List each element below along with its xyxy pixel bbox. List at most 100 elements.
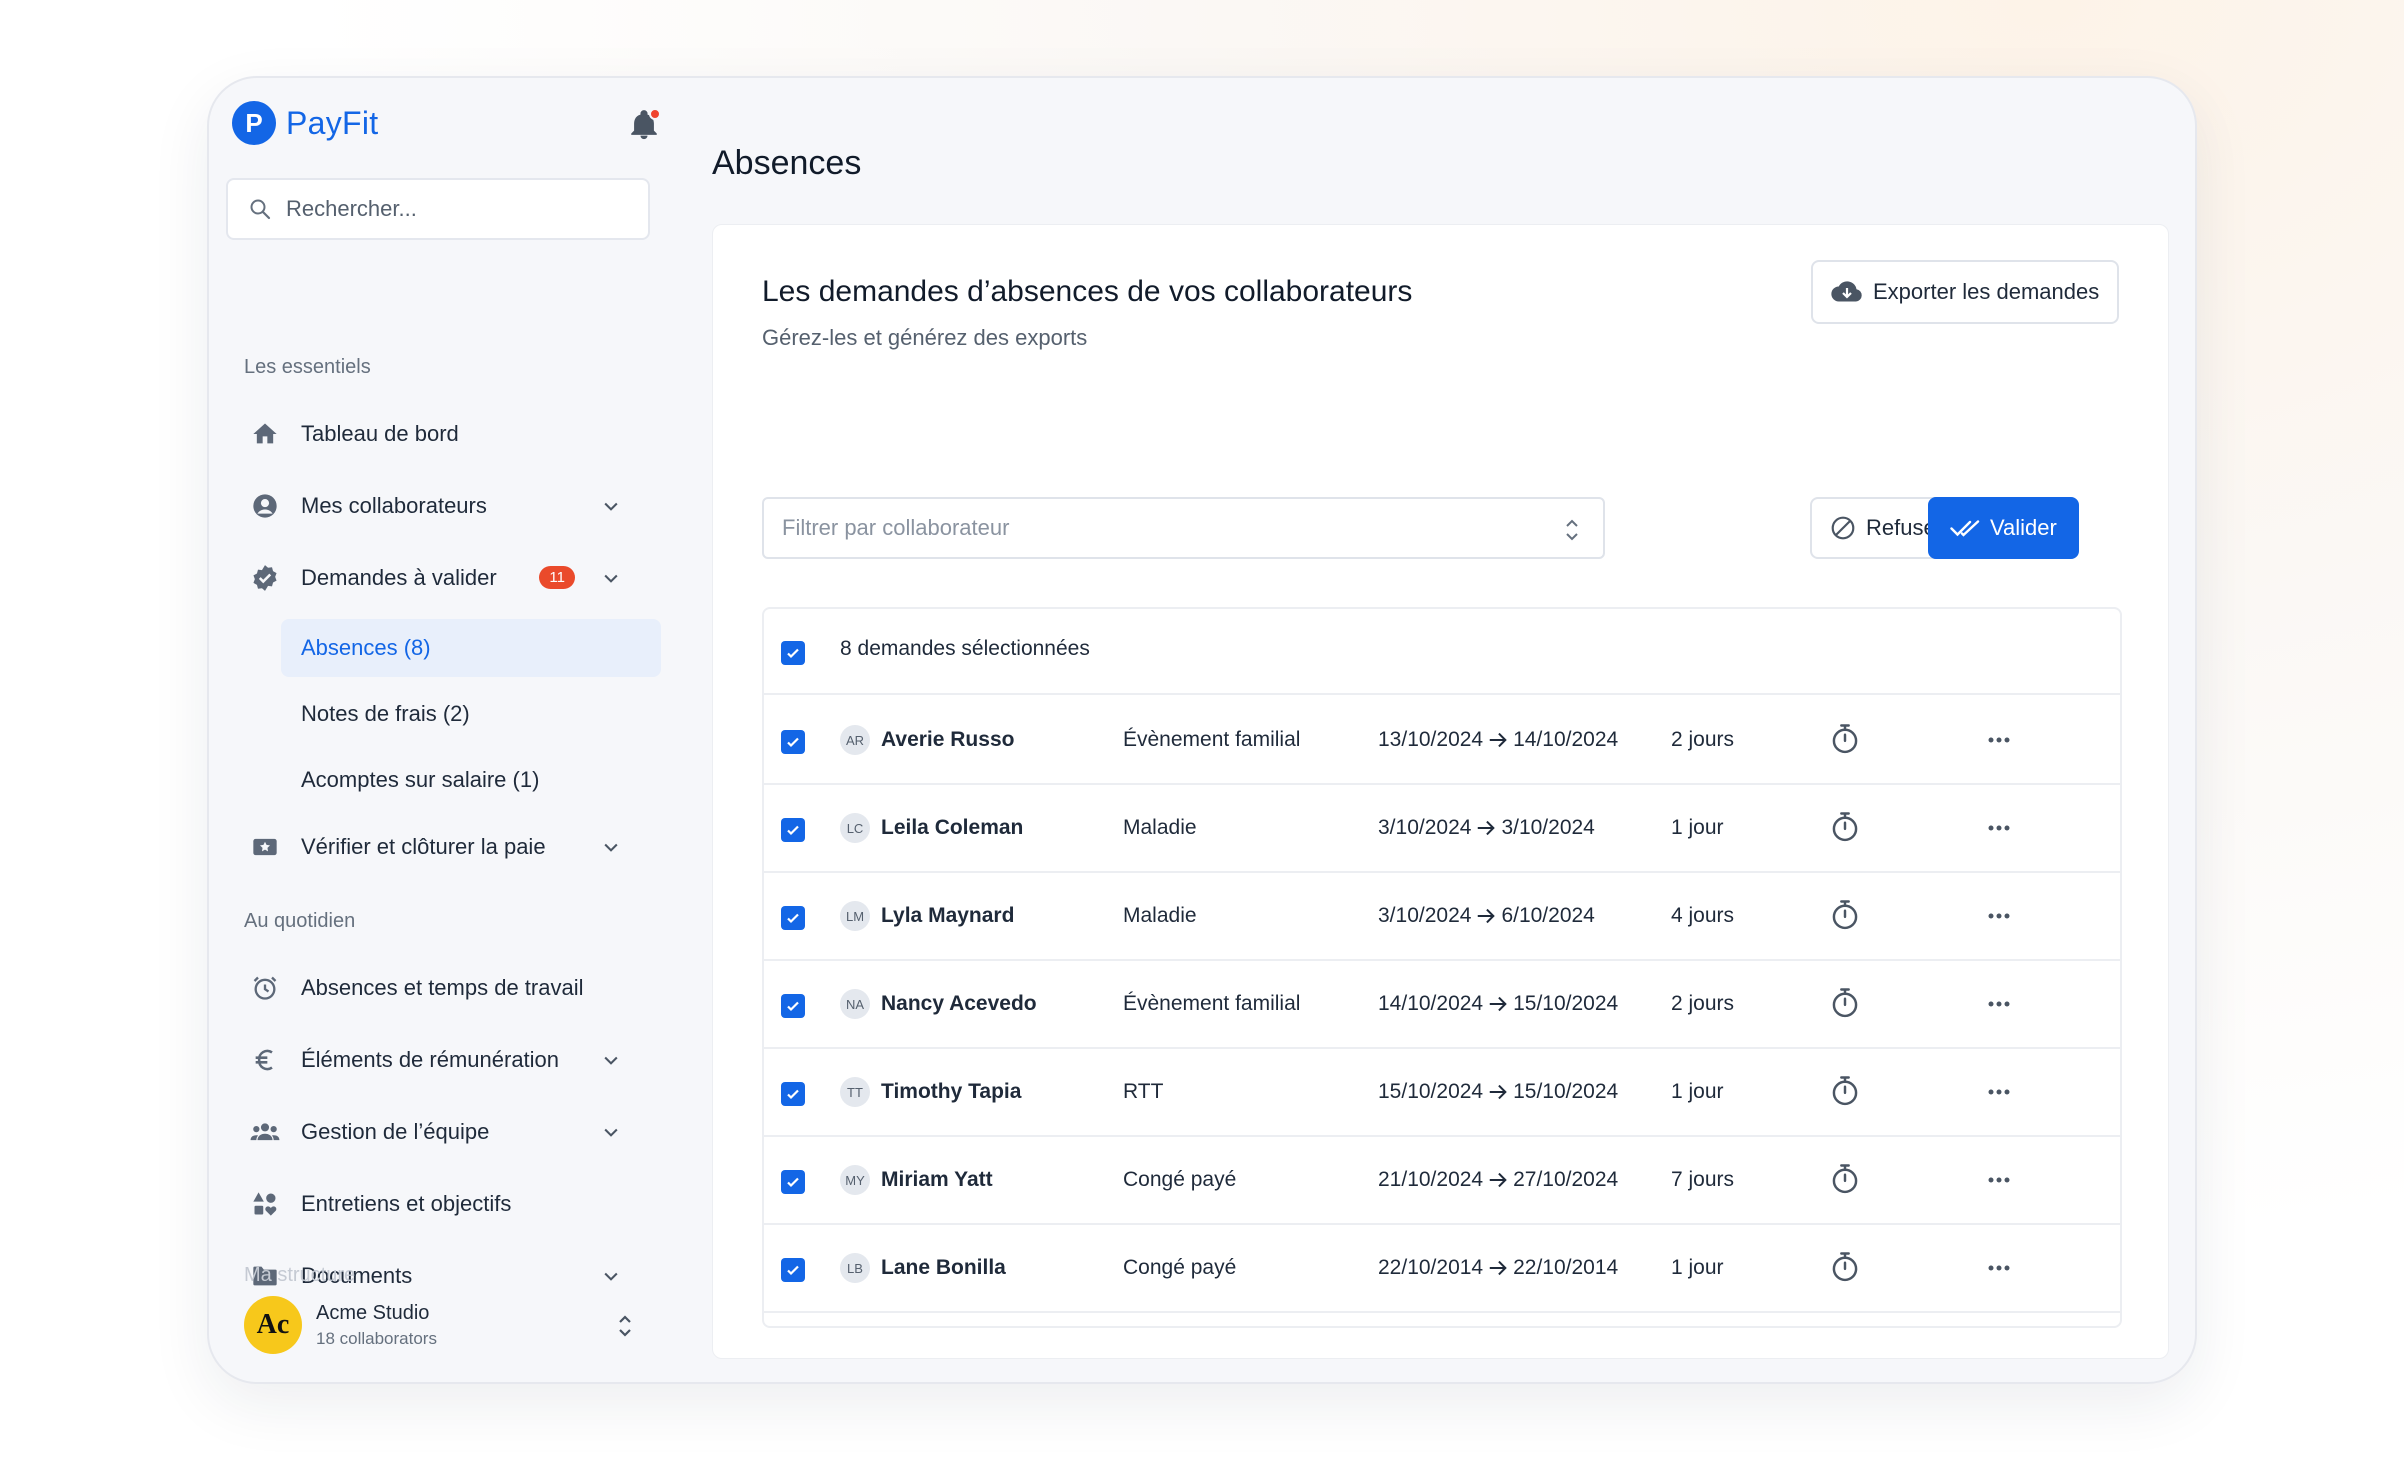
company-subtitle: 18 collaborators [316, 1328, 437, 1348]
employee-name: Averie Russo [881, 728, 1015, 751]
timer-icon[interactable] [1830, 987, 1860, 1019]
payfit-logo-icon: P [232, 101, 276, 145]
sidebar-item-label: Tableau de bord [301, 421, 459, 446]
more-options-icon[interactable] [1984, 989, 2014, 1019]
start-date: 3/10/2024 [1378, 904, 1472, 927]
more-options-icon[interactable] [1984, 725, 2014, 755]
search-box[interactable] [226, 178, 650, 240]
company-name: Acme Studio [316, 1301, 430, 1324]
more-options-icon[interactable] [1984, 901, 2014, 931]
arrow-right-icon [1489, 996, 1507, 1012]
date-range: 22/10/2014 22/10/2014 [1378, 1256, 1618, 1280]
more-options-icon[interactable] [1984, 1253, 2014, 1283]
sidebar-subitem-expenses[interactable]: Notes de frais (2) [281, 685, 661, 743]
star-ticket-icon [249, 831, 281, 863]
row-checkbox[interactable] [781, 1258, 805, 1282]
table-row[interactable]: MY Miriam Yatt Congé payé 21/10/2024 27/… [764, 1137, 2120, 1225]
row-checkbox[interactable] [781, 818, 805, 842]
absence-type: Congé payé [1123, 1256, 1237, 1279]
duration: 4 jours [1671, 904, 1735, 927]
more-options-icon[interactable] [1984, 813, 2014, 843]
requests-table: 8 demandes sélectionnées AR Averie Russo… [762, 607, 2122, 1328]
timer-icon[interactable] [1830, 1163, 1860, 1195]
page-title: Absences [712, 144, 862, 182]
company-avatar: Ac [244, 1296, 302, 1354]
app-window: P PayFit Les essentiels Tableau de bord … [207, 76, 2197, 1384]
logo[interactable]: P PayFit [232, 101, 379, 145]
sidebar-item-absences-time[interactable]: Absences et temps de travail [249, 963, 649, 1013]
timer-icon[interactable] [1830, 899, 1860, 931]
timer-icon[interactable] [1830, 1075, 1860, 1107]
timer-icon[interactable] [1830, 811, 1860, 843]
avatar: NA [840, 989, 870, 1019]
start-date: 3/10/2024 [1378, 816, 1472, 839]
avatar: MY [840, 1165, 870, 1195]
end-date: 6/10/2024 [1501, 904, 1595, 927]
date-range: 15/10/2024 15/10/2024 [1378, 1080, 1618, 1104]
sidebar-item-label: Demandes à valider [301, 565, 497, 590]
end-date: 22/10/2014 [1513, 1256, 1619, 1279]
sidebar-item-dashboard[interactable]: Tableau de bord [249, 409, 649, 459]
table-header: 8 demandes sélectionnées [764, 609, 2120, 695]
table-row[interactable]: LB Lane Bonilla Congé payé 22/10/2014 22… [764, 1225, 2120, 1313]
chevron-up-down-icon[interactable] [1563, 516, 1581, 544]
chevron-up-down-icon[interactable] [614, 1312, 636, 1340]
chevron-down-icon[interactable] [601, 496, 621, 516]
date-range: 3/10/2024 3/10/2024 [1378, 816, 1595, 840]
sidebar-item-remuneration[interactable]: Éléments de rémunération [249, 1035, 649, 1085]
duration: 1 jour [1671, 1256, 1724, 1279]
date-range: 14/10/2024 15/10/2024 [1378, 992, 1618, 1016]
sidebar-item-payroll[interactable]: Vérifier et clôturer la paie [249, 822, 649, 872]
absences-card: Les demandes d’absences de vos collabora… [712, 224, 2169, 1359]
timer-icon[interactable] [1830, 1251, 1860, 1283]
row-checkbox[interactable] [781, 1082, 805, 1106]
table-row[interactable]: TT Timothy Tapia RTT 15/10/2024 15/10/20… [764, 1049, 2120, 1137]
company-switcher[interactable]: Ac Acme Studio 18 collaborators [244, 1296, 654, 1354]
absence-type: Évènement familial [1123, 728, 1301, 751]
chevron-down-icon[interactable] [601, 568, 621, 588]
sidebar-subitem-absences[interactable]: Absences (8) [281, 619, 661, 677]
more-options-icon[interactable] [1984, 1077, 2014, 1107]
absence-type: Maladie [1123, 904, 1197, 927]
table-row[interactable]: NA Nancy Acevedo Évènement familial 14/1… [764, 961, 2120, 1049]
sidebar-subitem-advances[interactable]: Acomptes sur salaire (1) [281, 751, 661, 809]
row-checkbox[interactable] [781, 730, 805, 754]
table-row[interactable]: JW Judith White Congé payé 1/10/2024 12/… [764, 1313, 2120, 1326]
select-all-checkbox[interactable] [781, 641, 805, 665]
end-date: 15/10/2024 [1513, 1080, 1619, 1103]
export-button-label: Exporter les demandes [1873, 279, 2100, 304]
sidebar-item-label: Gestion de l’équipe [301, 1119, 490, 1144]
sidebar-item-collaborators[interactable]: Mes collaborateurs [249, 481, 649, 531]
validate-button[interactable]: Valider [1928, 497, 2079, 559]
sidebar-item-reviews[interactable]: Entretiens et objectifs [249, 1179, 649, 1229]
table-row[interactable]: LM Lyla Maynard Maladie 3/10/2024 6/10/2… [764, 873, 2120, 961]
avatar: TT [840, 1077, 870, 1107]
card-subtitle: Gérez-les et générez des exports [762, 325, 1088, 350]
row-checkbox[interactable] [781, 994, 805, 1018]
end-date: 14/10/2024 [1513, 728, 1619, 751]
collaborator-filter[interactable] [762, 497, 1605, 559]
section-daily: Au quotidien [244, 910, 356, 932]
chevron-down-icon[interactable] [601, 837, 621, 857]
chevron-down-icon[interactable] [601, 1122, 621, 1142]
row-checkbox[interactable] [781, 906, 805, 930]
search-input[interactable] [286, 196, 626, 222]
chevron-down-icon[interactable] [601, 1050, 621, 1070]
timer-icon[interactable] [1830, 723, 1860, 755]
table-row[interactable]: LC Leila Coleman Maladie 3/10/2024 3/10/… [764, 785, 2120, 873]
export-button[interactable]: Exporter les demandes [1811, 260, 2120, 324]
table-row[interactable]: AR Averie Russo Évènement familial 13/10… [764, 697, 2120, 785]
sidebar-item-team[interactable]: Gestion de l’équipe [249, 1107, 649, 1157]
avatar: AR [840, 725, 870, 755]
app-name: PayFit [286, 104, 379, 141]
more-options-icon[interactable] [1984, 1165, 2014, 1195]
collaborator-filter-input[interactable] [782, 515, 1542, 541]
chevron-down-icon[interactable] [601, 1266, 621, 1286]
duration: 2 jours [1671, 728, 1735, 751]
user-circle-icon [249, 490, 281, 522]
sidebar-item-label: Éléments de rémunération [301, 1047, 560, 1072]
sidebar-item-requests[interactable]: Demandes à valider 11 [249, 553, 649, 603]
validate-button-label: Valider [1990, 515, 2057, 540]
start-date: 13/10/2024 [1378, 728, 1484, 751]
row-checkbox[interactable] [781, 1170, 805, 1194]
